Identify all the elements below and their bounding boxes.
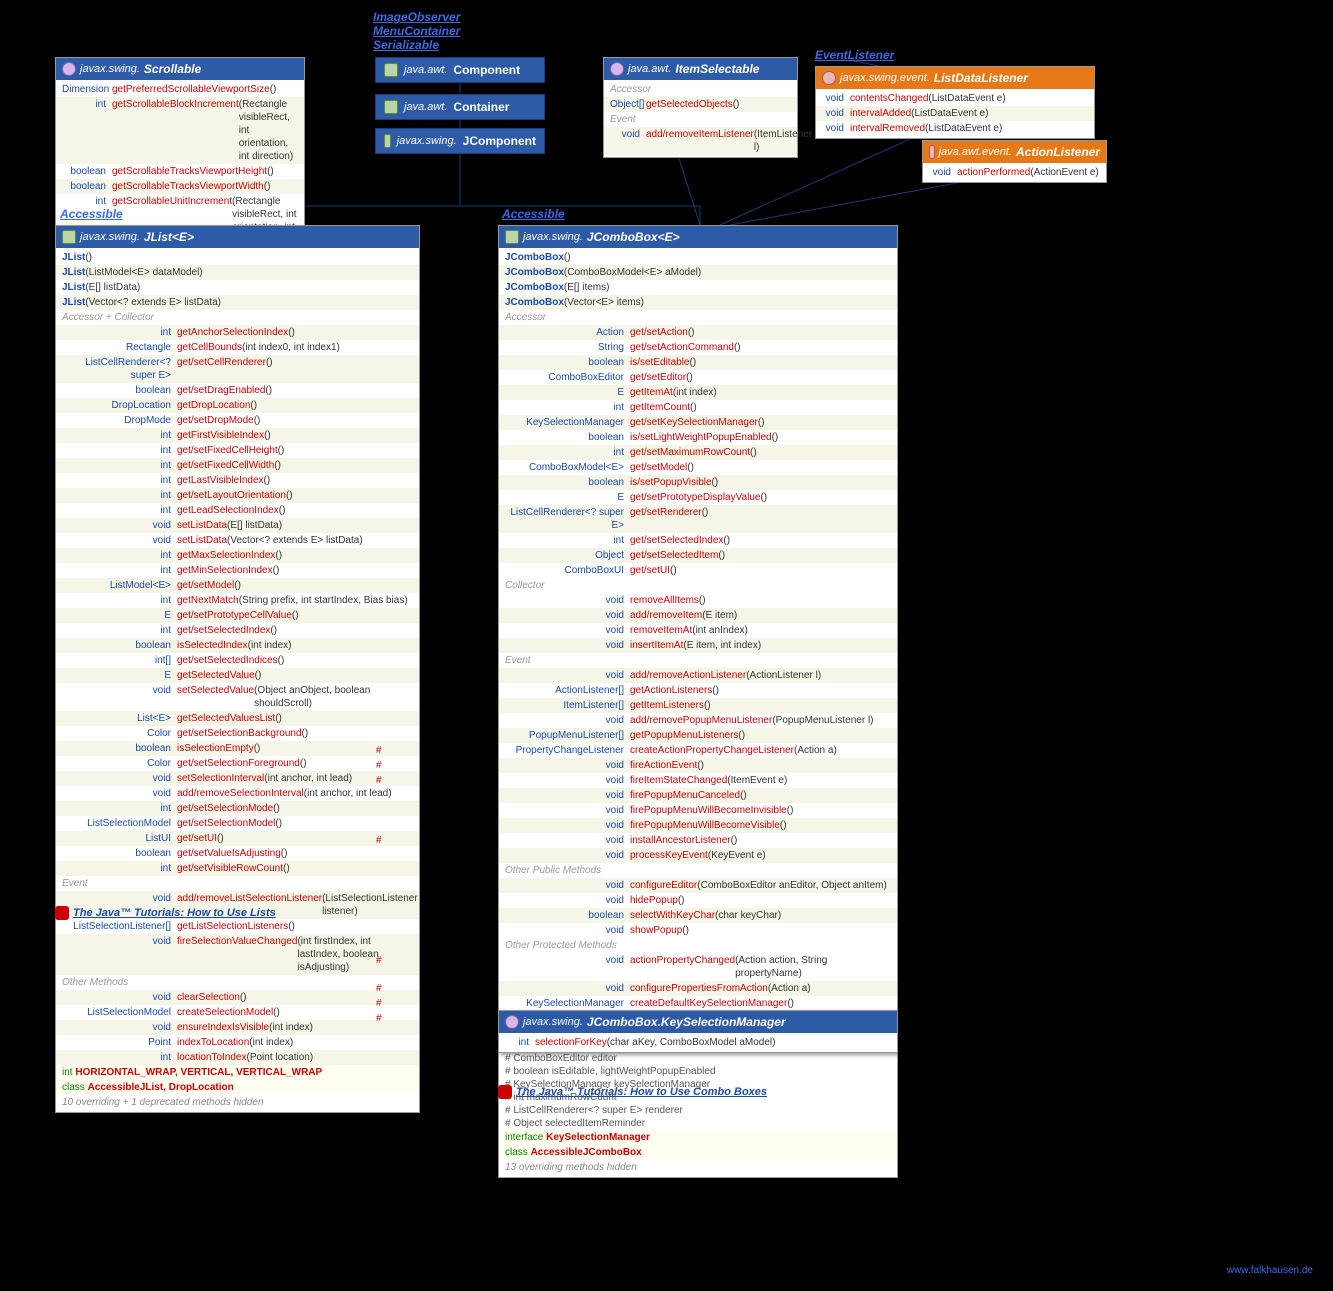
class-icon [62,230,76,244]
serializable-label: Serializable [373,38,439,52]
interface-icon [505,1015,519,1029]
class-icon [384,134,391,148]
container-box: java.awt.Container [375,94,545,120]
component-box: java.awt.Component [375,57,545,83]
listener-icon [929,145,935,159]
class-icon [384,100,398,114]
jcomponent-box: javax.swing.JComponent [375,128,545,154]
oracle-icon [55,906,69,920]
eventlistener-label: EventListener [815,48,894,62]
class-icon [505,230,519,244]
menucontainer-label: MenuContainer [373,24,460,38]
class-icon [384,63,398,77]
scrollable-box: javax.swing.Scrollable DimensiongetPrefe… [55,57,305,251]
keyselectionmanager-box: javax.swing.JComboBox.KeySelectionManage… [498,1010,898,1053]
actionlistener-box: java.awt.event.ActionListener voidaction… [922,140,1107,183]
oracle-icon [498,1085,512,1099]
imageobserver-label: ImageObserver [373,10,460,24]
tutorial-combo-link[interactable]: The Java™ Tutorials: How to Use Combo Bo… [498,1085,767,1099]
listener-icon [822,71,836,85]
interface-icon [610,62,624,76]
listdatalistener-box: javax.swing.event.ListDataListener voidc… [815,66,1095,139]
accessible-left: Accessible [60,207,123,221]
tutorial-lists-link[interactable]: The Java™ Tutorials: How to Use Lists [55,906,276,920]
watermark: www.falkhausen.de [1227,1265,1313,1276]
jlist-box: javax.swing.JList<E> JList ()JList (List… [55,225,420,1113]
interface-icon [62,62,76,76]
accessible-right: Accessible [502,207,565,221]
itemselectable-box: java.awt.ItemSelectable AccessorObject[]… [603,57,798,158]
